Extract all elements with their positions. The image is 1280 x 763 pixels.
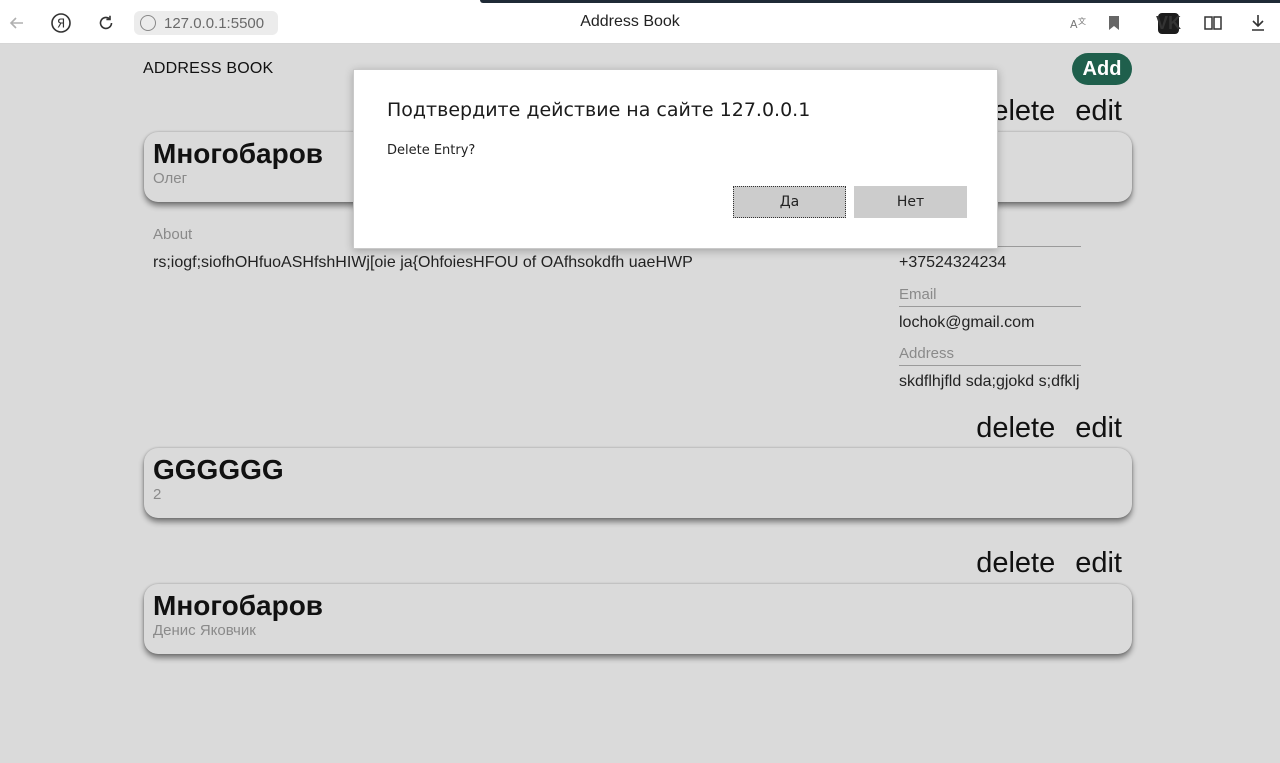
edit-button[interactable]: edit <box>1075 95 1122 128</box>
about-value: rs;iogf;siofhOHfuoASHfshHIWj[oie ja{Ohfo… <box>153 254 693 271</box>
email-value: lochok@gmail.com <box>899 314 1035 331</box>
confirm-dialog: Подтвердите действие на сайте 127.0.0.1 … <box>353 69 998 249</box>
dialog-message: Delete Entry? <box>387 143 476 158</box>
contact-given-name: Денис Яковчик <box>153 622 256 639</box>
page-title: ADDRESS BOOK <box>143 60 274 77</box>
email-label: Email <box>899 286 937 303</box>
active-tab-indicator <box>480 0 1280 3</box>
divider <box>899 365 1081 366</box>
contact-given-name: 2 <box>153 486 162 503</box>
contact-surname: GGGGGG <box>153 454 284 485</box>
delete-button[interactable]: delete <box>976 412 1055 445</box>
dialog-title: Подтвердите действие на сайте 127.0.0.1 <box>387 99 811 121</box>
add-button[interactable]: Add <box>1072 53 1132 85</box>
contact-actions: delete edit <box>976 547 1122 580</box>
edit-button[interactable]: edit <box>1075 547 1122 580</box>
contact-card[interactable]: GGGGGG 2 <box>144 448 1132 518</box>
contact-surname: Многобаров <box>153 590 324 621</box>
bookmark-icon[interactable] <box>1103 12 1125 34</box>
svg-text:文: 文 <box>1078 16 1086 26</box>
delete-button[interactable]: delete <box>976 547 1055 580</box>
translate-icon[interactable]: A文 <box>1068 12 1090 34</box>
confirm-no-button[interactable]: Нет <box>854 186 967 218</box>
svg-text:A: A <box>1070 18 1078 31</box>
about-label: About <box>153 226 193 243</box>
contact-actions: delete edit <box>976 95 1122 128</box>
divider <box>899 306 1081 307</box>
vk-icon[interactable]: VK <box>1156 13 1181 34</box>
browser-toolbar: Я 127.0.0.1:5500 Address Book A文 VK <box>0 0 1280 44</box>
address-label: Address <box>899 345 955 362</box>
phone-value: +37524324234 <box>899 254 1007 271</box>
reader-icon[interactable] <box>1202 12 1224 34</box>
download-icon[interactable] <box>1247 12 1269 34</box>
edit-button[interactable]: edit <box>1075 412 1122 445</box>
confirm-yes-button[interactable]: Да <box>733 186 846 218</box>
address-value: skdflhjfld sda;gjokd s;dfklj <box>899 373 1080 390</box>
contact-card[interactable]: Многобаров Денис Яковчик <box>144 584 1132 654</box>
contact-actions: delete edit <box>976 412 1122 445</box>
